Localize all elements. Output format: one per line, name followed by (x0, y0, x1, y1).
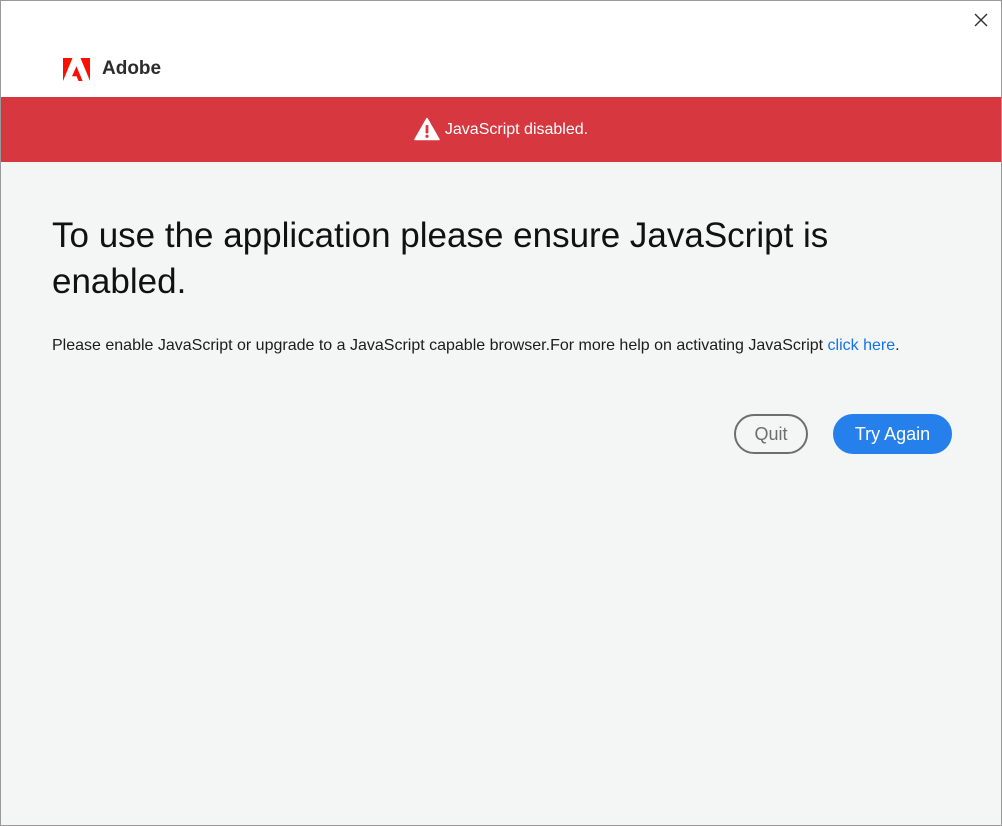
help-message-text: Please enable JavaScript or upgrade to a… (52, 337, 828, 354)
close-button[interactable] (967, 7, 995, 33)
brand: Adobe (63, 57, 161, 81)
try-again-button[interactable]: Try Again (833, 414, 952, 454)
help-message: Please enable JavaScript or upgrade to a… (52, 333, 952, 358)
help-link-suffix: . (895, 337, 900, 354)
dialog-header: Adobe (1, 1, 1001, 97)
banner-text: JavaScript disabled. (444, 120, 589, 138)
adobe-logo-icon (63, 57, 90, 81)
brand-name: Adobe (102, 58, 162, 79)
error-banner: JavaScript disabled. (1, 97, 1001, 162)
warning-icon (414, 117, 440, 140)
error-dialog: Adobe JavaScript disabled. To use the ap… (0, 0, 1002, 826)
help-link[interactable]: click here (828, 337, 896, 354)
page-title: To use the application please ensure Jav… (52, 216, 829, 301)
close-icon (974, 13, 988, 27)
quit-button[interactable]: Quit (734, 414, 808, 454)
